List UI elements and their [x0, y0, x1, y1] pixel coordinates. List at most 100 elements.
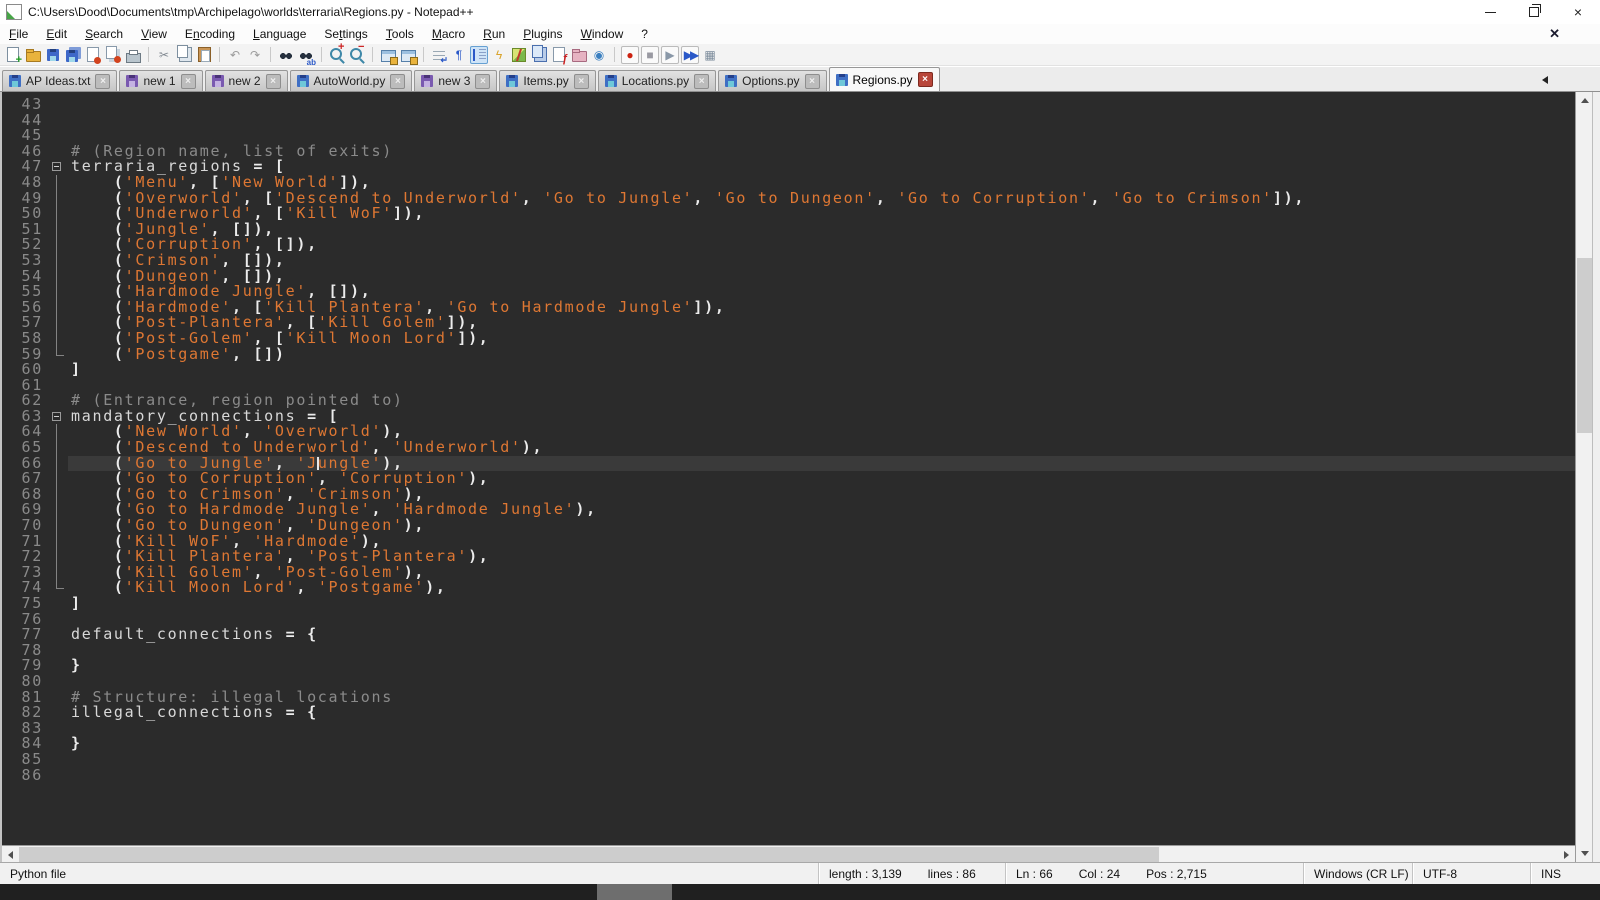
copy-icon[interactable]	[175, 46, 193, 64]
macro-record-icon[interactable]: ●	[621, 46, 639, 64]
vertical-scrollbar[interactable]	[1575, 92, 1592, 862]
tab-regions-py[interactable]: Regions.py ×	[829, 67, 940, 91]
zoom-in-icon[interactable]	[328, 46, 346, 64]
cut-icon[interactable]: ✂	[155, 46, 173, 64]
close-icon[interactable]	[84, 46, 102, 64]
sync-vertical-icon[interactable]	[379, 46, 397, 64]
document-list-icon[interactable]	[530, 46, 548, 64]
menu-edit[interactable]: Edit	[37, 24, 76, 44]
macro-save-icon[interactable]: ▦	[701, 46, 719, 64]
paste-icon[interactable]	[195, 46, 213, 64]
new-file-icon[interactable]	[4, 46, 22, 64]
zoom-out-icon[interactable]	[348, 46, 366, 64]
scroll-right-arrow[interactable]	[1558, 846, 1575, 863]
horizontal-scroll-thumb[interactable]	[19, 847, 1159, 862]
code-text	[68, 97, 1575, 113]
tab-close-icon[interactable]: ×	[694, 74, 709, 89]
menu-plugins[interactable]: Plugins	[514, 24, 571, 44]
string-literal: 'Go to Crimson'	[1112, 189, 1273, 207]
tab-close-icon[interactable]: ×	[390, 74, 405, 89]
menu-help[interactable]: ?	[632, 24, 657, 44]
line-number: 86	[2, 768, 48, 784]
window-title: C:\Users\Dood\Documents\tmp\Archipelago\…	[28, 5, 474, 19]
punctuation: }	[71, 656, 82, 674]
tab-close-icon[interactable]: ×	[181, 74, 196, 89]
menu-window[interactable]: Window	[572, 24, 633, 44]
close-button[interactable]: ×	[1556, 0, 1600, 24]
redo-icon[interactable]: ↷	[246, 46, 264, 64]
fold-margin	[48, 658, 68, 674]
tab-close-icon[interactable]: ×	[475, 74, 490, 89]
replace-icon[interactable]	[297, 46, 315, 64]
redo-glyph: ↷	[250, 49, 260, 61]
function-list-icon[interactable]	[550, 46, 568, 64]
restore-button[interactable]	[1512, 0, 1556, 24]
tab-new-1[interactable]: new 1×	[119, 70, 202, 91]
code-text	[68, 643, 1575, 659]
tab-items-py[interactable]: Items.py×	[499, 70, 595, 91]
find-icon[interactable]	[277, 46, 295, 64]
status-line-number: Ln : 66	[1016, 867, 1053, 881]
toolbar-separator	[270, 47, 271, 62]
macro-run-multiple-icon[interactable]: ▶▶	[681, 46, 699, 64]
tab-close-icon[interactable]: ×	[95, 74, 110, 89]
punctuation: ,	[522, 189, 543, 207]
sync-horizontal-icon[interactable]	[399, 46, 417, 64]
save-icon[interactable]	[44, 46, 62, 64]
notepad-plus-plus-icon	[6, 4, 22, 20]
minimize-button[interactable]	[1468, 0, 1512, 24]
punctuation: , [])	[232, 345, 286, 363]
macro-stop-icon[interactable]: ■	[641, 46, 659, 64]
close-all-icon[interactable]	[104, 46, 122, 64]
word-wrap-icon[interactable]	[430, 46, 448, 64]
file-modified-icon	[126, 75, 138, 87]
menu-tools[interactable]: Tools	[377, 24, 423, 44]
indent-guide-icon[interactable]	[470, 46, 488, 64]
monitoring-icon[interactable]: ◉	[590, 46, 608, 64]
tab-close-icon[interactable]: ×	[266, 74, 281, 89]
tab-new-3[interactable]: new 3×	[414, 70, 497, 91]
tab-close-icon[interactable]: ×	[574, 74, 589, 89]
menu-settings[interactable]: Settings	[315, 24, 376, 44]
print-icon[interactable]	[124, 46, 142, 64]
tab-new-2[interactable]: new 2×	[205, 70, 288, 91]
menu-language[interactable]: Language	[244, 24, 315, 44]
scroll-left-arrow[interactable]	[2, 846, 19, 863]
menu-encoding[interactable]: Encoding	[176, 24, 244, 44]
tab-autoworld-py[interactable]: AutoWorld.py×	[290, 70, 413, 91]
document-map-glyph	[512, 48, 526, 62]
scroll-up-arrow[interactable]	[1576, 92, 1593, 109]
document-map-icon[interactable]	[510, 46, 528, 64]
fold-collapse-icon[interactable]	[48, 409, 68, 425]
punctuation: ),	[468, 469, 489, 487]
menu-run[interactable]: Run	[474, 24, 514, 44]
toolbar-separator	[372, 47, 373, 62]
tab-label: Regions.py	[853, 73, 913, 87]
tab-ap-ideas-txt[interactable]: AP Ideas.txt×	[2, 70, 117, 91]
tab-locations-py[interactable]: Locations.py×	[598, 70, 716, 91]
macro-play-icon[interactable]: ▶	[661, 46, 679, 64]
menu-macro[interactable]: Macro	[423, 24, 474, 44]
menu-view[interactable]: View	[132, 24, 176, 44]
undo-icon[interactable]: ↶	[226, 46, 244, 64]
vertical-scroll-thumb[interactable]	[1577, 258, 1592, 433]
show-all-characters-icon[interactable]: ¶	[450, 46, 468, 64]
horizontal-scrollbar[interactable]	[2, 845, 1575, 862]
tab-close-icon[interactable]: ×	[805, 74, 820, 89]
code-text: }	[68, 658, 1575, 674]
open-file-icon[interactable]	[24, 46, 42, 64]
menu-file[interactable]: File	[0, 24, 37, 44]
tab-close-icon[interactable]: ×	[918, 72, 933, 87]
menu-search[interactable]: Search	[76, 24, 132, 44]
code-editor[interactable]: 43444546# (Region name, list of exits)47…	[2, 92, 1575, 845]
tab-scroll-left-icon[interactable]	[1542, 76, 1548, 84]
fold-collapse-icon[interactable]	[48, 159, 68, 175]
toolbar-separator	[423, 47, 424, 62]
save-all-icon[interactable]	[64, 46, 82, 64]
define-language-icon[interactable]: ϟ	[490, 46, 508, 64]
scroll-down-arrow[interactable]	[1576, 845, 1593, 862]
folder-as-workspace-icon[interactable]	[570, 46, 588, 64]
code-line-84: 84}	[2, 736, 1575, 752]
close-document-button[interactable]: ✕	[1549, 26, 1560, 42]
tab-options-py[interactable]: Options.py×	[718, 70, 826, 91]
